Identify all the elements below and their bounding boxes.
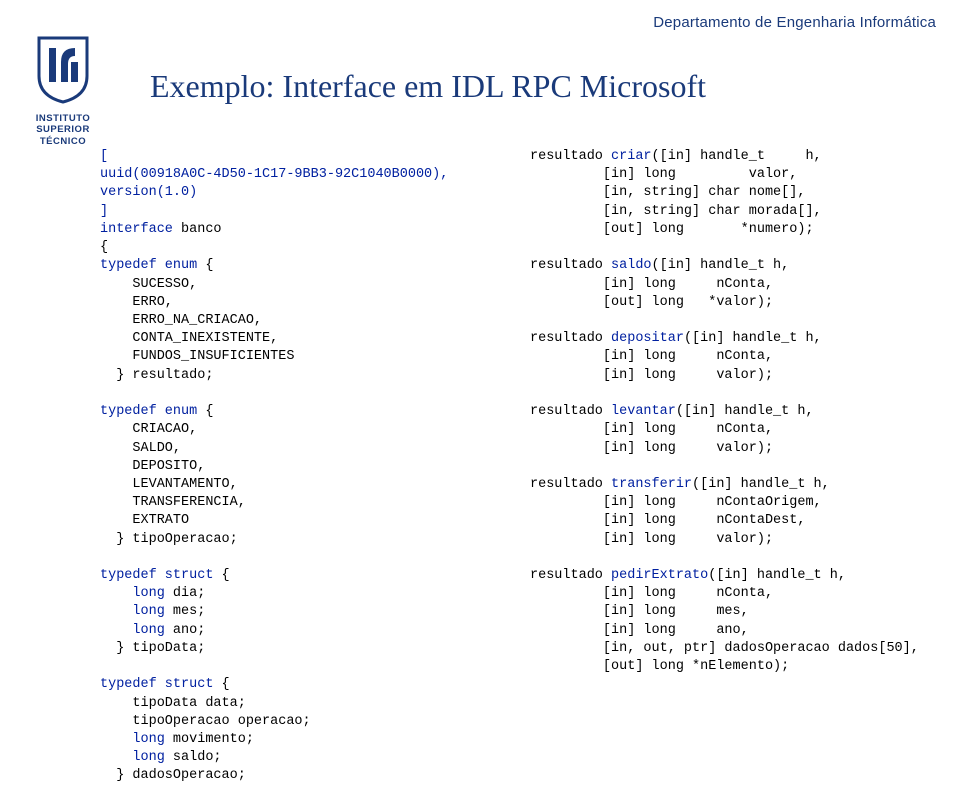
code-text: banco [173,222,222,237]
code-text: typedef struct [100,568,213,583]
code-text: } resultado; [100,368,213,383]
code-text: [in] long nConta, [530,586,773,601]
code-text: ERRO, [100,295,173,310]
code-text: resultado [530,149,611,164]
code-text: [in] long valor); [530,532,773,547]
code-text: CRIACAO, [100,422,197,437]
code-text: long [100,586,165,601]
code-text: FUNDOS_INSUFICIENTES [100,349,294,364]
code-text: pedirExtrato [611,568,708,583]
code-text: long [100,604,165,619]
code-text: LEVANTAMENTO, [100,477,238,492]
code-text: resultado [530,331,611,346]
code-text: ERRO_NA_CRIACAO, [100,313,262,328]
code-text: [in, string] char nome[], [530,185,805,200]
dept-header: Departamento de Engenharia Informática [653,14,936,31]
code-text: SALDO, [100,441,181,456]
code-text: ([in] handle_t h, [708,568,846,583]
code-text: [in, string] char morada[], [530,204,822,219]
code-text: tipoOperacao operacao; [100,714,311,729]
code-text: resultado [530,477,611,492]
code-text: SUCESSO, [100,277,197,292]
code-text: resultado [530,404,611,419]
code-text: ([in] handle_t h, [676,404,814,419]
code-text: interface [100,222,173,237]
code-text: ([in] handle_t h, [652,258,790,273]
code-columns: [ uuid(00918A0C-4D50-1C17-9BB3-92C1040B0… [100,148,930,786]
code-text: [out] long *valor); [530,295,773,310]
code-text: ] [100,204,108,219]
code-left-column: [ uuid(00918A0C-4D50-1C17-9BB3-92C1040B0… [100,148,500,786]
code-text: [ [100,149,108,164]
code-text: DEPOSITO, [100,459,205,474]
code-text: version(1.0) [100,185,197,200]
code-text: long [100,750,165,765]
code-text: [in] long mes, [530,604,749,619]
code-text: { [213,568,229,583]
shield-icon [35,36,91,104]
code-text: [in] long valor); [530,441,773,456]
code-text: ([in] handle_t h, [684,331,822,346]
code-text: typedef enum [100,404,197,419]
code-text: resultado [530,568,611,583]
code-text: movimento; [165,732,254,747]
code-text: EXTRATO [100,513,189,528]
code-right-column: resultado criar([in] handle_t h, [in] lo… [530,148,930,786]
code-text: [in, out, ptr] dadosOperacao dados[50], [530,641,919,656]
code-text: resultado [530,258,611,273]
code-text: { [197,258,213,273]
code-text: uuid(00918A0C-4D50-1C17-9BB3-92C1040B000… [100,167,448,182]
code-text: [out] long *numero); [530,222,814,237]
code-text: } tipoData; [100,641,205,656]
code-text: ([in] handle_t h, [692,477,830,492]
code-text: } tipoOperacao; [100,532,238,547]
logo-line2: SUPERIOR [18,124,108,135]
code-text: [in] long nConta, [530,277,773,292]
code-text: typedef enum [100,258,197,273]
code-text: [in] long valor); [530,368,773,383]
code-text: [in] long nConta, [530,422,773,437]
logo-line1: INSTITUTO [18,113,108,124]
code-text: dia; [165,586,206,601]
code-text: { [197,404,213,419]
code-text: [in] long nContaDest, [530,513,805,528]
code-text: long [100,623,165,638]
code-text: saldo; [165,750,222,765]
code-text: transferir [611,477,692,492]
code-text: criar [611,149,652,164]
slide-title: Exemplo: Interface em IDL RPC Microsoft [150,68,706,105]
code-text: { [100,240,108,255]
code-text: ([in] handle_t h, [652,149,822,164]
code-text: tipoData data; [100,696,246,711]
code-text: [in] long ano, [530,623,749,638]
code-text: [in] long nConta, [530,349,773,364]
code-text: long [100,732,165,747]
code-text: ano; [165,623,206,638]
code-text: { [213,677,229,692]
code-text: saldo [611,258,652,273]
code-text: [out] long *nElemento); [530,659,789,674]
code-text: TRANSFERENCIA, [100,495,246,510]
code-text: } dadosOperacao; [100,768,246,783]
code-text: levantar [611,404,676,419]
code-text: typedef struct [100,677,213,692]
logo-line3: TÉCNICO [18,136,108,147]
code-text: [in] long nContaOrigem, [530,495,822,510]
code-text: depositar [611,331,684,346]
code-text: mes; [165,604,206,619]
code-text: CONTA_INEXISTENTE, [100,331,278,346]
code-text: [in] long valor, [530,167,797,182]
institution-logo: INSTITUTO SUPERIOR TÉCNICO [18,36,108,147]
